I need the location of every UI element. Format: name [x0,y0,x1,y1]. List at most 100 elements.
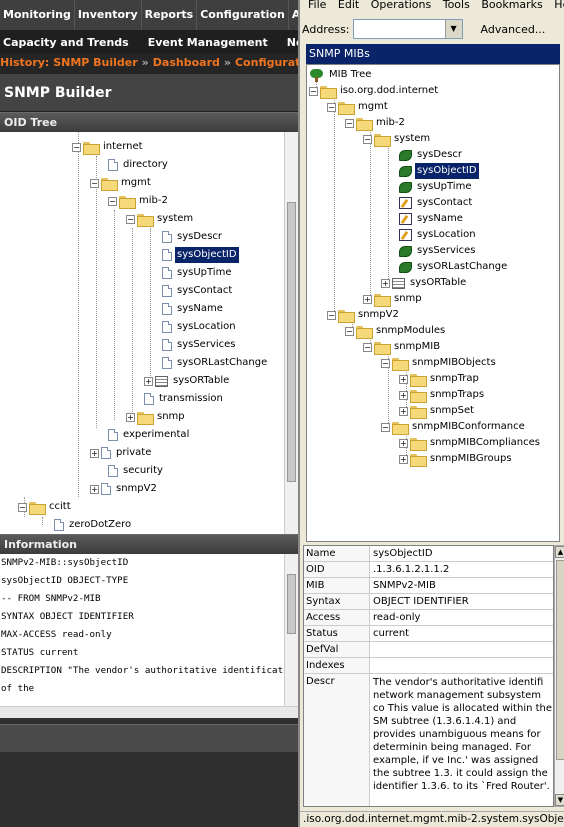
menu-help[interactable]: Help [554,0,564,11]
oid-node-ccitt[interactable]: − ccitt [18,499,73,515]
mib-node-snmpmibconformance[interactable]: − snmpMIBConformance [381,419,527,435]
mib-node-snmptrap[interactable]: + snmpTrap [399,371,481,387]
menu-edit[interactable]: Edit [338,0,359,11]
oid-tree-scrollbar[interactable] [284,132,298,534]
oid-node-snmpv2[interactable]: + snmpV2 [90,481,159,497]
subnav-overflow[interactable]: Not S [284,36,298,49]
tab-overflow[interactable]: A [288,0,298,30]
mib-node-syslocation[interactable]: sysLocation [399,227,478,243]
collapse-icon[interactable]: − [345,326,354,336]
menu-operations[interactable]: Operations [371,0,431,11]
oid-node-sysuptime[interactable]: sysUpTime [162,265,233,281]
collapse-icon[interactable]: − [327,102,336,112]
tab-reports[interactable]: Reports [141,0,198,30]
oid-node-mib-2[interactable]: − mib-2 [108,193,170,209]
expand-icon[interactable]: + [399,438,408,448]
scroll-down-icon[interactable]: ▼ [555,794,564,806]
mib-node-snmpmodules[interactable]: − snmpModules [345,323,447,339]
mib-node-snmp[interactable]: + snmp [363,291,424,307]
collapse-icon[interactable]: − [327,310,336,320]
mib-node-sysortable[interactable]: + sysORTable [381,275,468,291]
tab-configuration[interactable]: Configuration [197,0,289,30]
expand-icon[interactable]: + [381,278,390,288]
mib-node-iso-org-dod-internet[interactable]: − iso.org.dod.internet [309,83,440,99]
mib-node-snmpmibgroups[interactable]: + snmpMIBGroups [399,451,514,467]
expand-icon[interactable]: + [399,390,408,400]
oid-node-snmp[interactable]: + snmp [126,409,187,425]
collapse-icon[interactable]: − [363,342,372,352]
oid-node-system[interactable]: − system [126,211,195,227]
oid-node-transmission[interactable]: transmission [144,391,225,407]
information-scrollbar[interactable] [284,554,298,706]
mib-node-snmptraps[interactable]: + snmpTraps [399,387,486,403]
scrollbar-thumb[interactable] [556,560,564,760]
mib-node-snmpmibobjects[interactable]: − snmpMIBObjects [381,355,498,371]
mib-node-system[interactable]: − system [363,131,432,147]
expand-icon[interactable]: + [126,412,135,422]
oid-node-syslocation[interactable]: sysLocation [162,319,238,335]
collapse-icon[interactable]: − [108,196,117,206]
collapse-icon[interactable]: − [381,422,390,432]
menu-file[interactable]: File [308,0,326,11]
scrollbar-thumb[interactable] [287,202,296,482]
collapse-icon[interactable]: − [309,86,318,96]
mib-node-sysuptime[interactable]: sysUpTime [399,179,473,195]
collapse-icon[interactable]: − [381,358,390,368]
mib-node-sysdescr[interactable]: sysDescr [399,147,464,163]
mib-node-mib-2[interactable]: − mib-2 [345,115,407,131]
oid-node-experimental[interactable]: experimental [108,427,191,443]
mib-node-sysservices[interactable]: sysServices [399,243,478,259]
oid-node-sysorlastchange[interactable]: sysORLastChange [162,355,269,371]
expand-icon[interactable]: + [90,484,99,494]
subnav-event-management[interactable]: Event Management [145,36,271,49]
mib-node-snmpset[interactable]: + snmpSet [399,403,476,419]
mib-node-syscontact[interactable]: sysContact [399,195,474,211]
tab-inventory[interactable]: Inventory [74,0,142,30]
oid-node-private[interactable]: + private [90,445,153,461]
expand-icon[interactable]: + [144,376,153,386]
oid-node-sysservices[interactable]: sysServices [162,337,238,353]
mib-node-sysobjectid[interactable]: sysObjectID [399,163,479,179]
scroll-up-icon[interactable]: ▲ [555,546,564,558]
address-input[interactable]: ▼ [352,19,463,39]
information-horizontal-scrollbar[interactable] [0,706,298,718]
collapse-icon[interactable]: − [345,118,354,128]
collapse-icon[interactable]: − [18,502,27,512]
mib-node-sysname[interactable]: sysName [399,211,465,227]
tab-monitoring[interactable]: Monitoring [0,0,75,30]
oid-node-directory[interactable]: directory [108,157,170,173]
expand-icon[interactable]: + [399,374,408,384]
collapse-icon[interactable]: − [90,178,99,188]
mib-node-snmpmib[interactable]: − snmpMIB [363,339,442,355]
oid-node-sysdescr[interactable]: sysDescr [162,229,224,245]
scrollbar-thumb[interactable] [287,574,296,634]
oid-node-sysobjectid[interactable]: sysObjectID [162,247,239,263]
history-link-snmp-builder[interactable]: SNMP Builder [53,56,137,69]
subnav-capacity-trends[interactable]: Capacity and Trends [0,36,132,49]
dropdown-arrow-icon[interactable]: ▼ [444,20,462,38]
mib-node-mgmt[interactable]: − mgmt [327,99,390,115]
mib-node-root[interactable]: MIB Tree [309,67,373,83]
expand-icon[interactable]: + [399,406,408,416]
oid-node-security[interactable]: security [108,463,165,479]
oid-node-syscontact[interactable]: sysContact [162,283,234,299]
oid-node-mgmt[interactable]: − mgmt [90,175,153,191]
collapse-icon[interactable]: − [72,142,81,152]
collapse-icon[interactable]: − [126,214,135,224]
expand-icon[interactable]: + [399,454,408,464]
oid-node-internet[interactable]: − internet [72,139,145,155]
oid-node-sysname[interactable]: sysName [162,301,225,317]
menu-bookmarks[interactable]: Bookmarks [481,0,542,11]
mib-node-snmpmibcompliances[interactable]: + snmpMIBCompliances [399,435,542,451]
history-link-configuration[interactable]: Configuration of G [235,56,298,69]
oid-node-zerodotzero[interactable]: zeroDotZero [54,517,133,533]
mib-node-sysorlastchange[interactable]: sysORLastChange [399,259,509,275]
collapse-icon[interactable]: − [363,134,372,144]
history-link-dashboard[interactable]: Dashboard [153,56,220,69]
mib-node-snmpv2[interactable]: − snmpV2 [327,307,401,323]
expand-icon[interactable]: + [363,294,372,304]
properties-scrollbar[interactable]: ▲ ▼ [554,545,564,807]
advanced-button[interactable]: Advanced... [481,23,546,36]
menu-tools[interactable]: Tools [443,0,470,11]
oid-node-sysortable[interactable]: + sysORTable [144,373,231,389]
